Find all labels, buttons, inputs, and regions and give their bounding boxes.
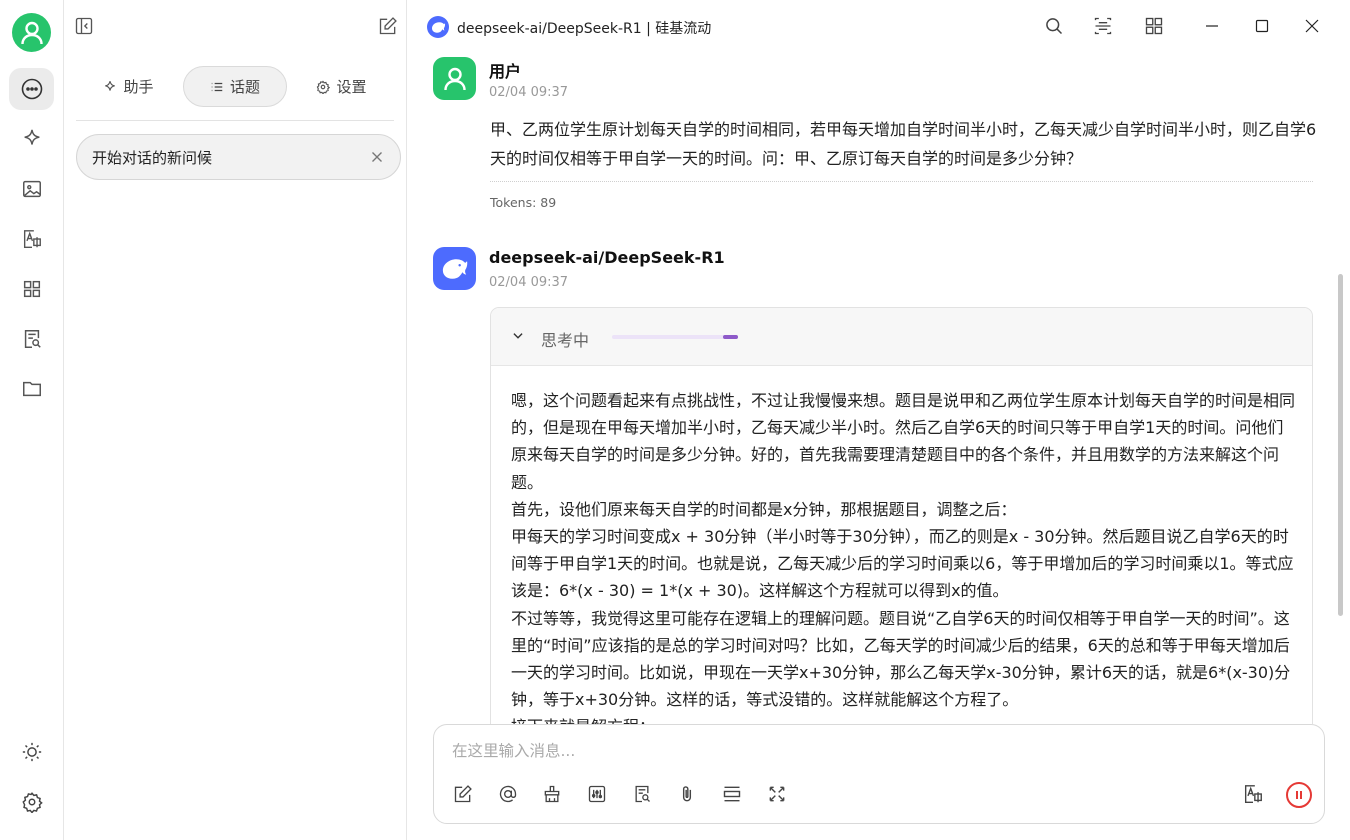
apps-nav-icon[interactable]: [9, 268, 54, 310]
tab-settings[interactable]: 设置: [289, 66, 394, 107]
fullscreen-icon[interactable]: [765, 782, 789, 806]
message-input-box[interactable]: 在这里输入消息...: [433, 724, 1325, 824]
chat-area: 用户 02/04 09:37 甲、乙两位学生原计划每天自学的时间相同，若甲每天增…: [407, 52, 1350, 724]
user-message-text: 甲、乙两位学生原计划每天自学的时间相同，若甲每天增加自学时间半小时，乙每天减少自…: [490, 120, 1317, 168]
deepseek-logo-icon: [427, 16, 449, 38]
settings-nav-icon[interactable]: [9, 781, 54, 823]
message-input[interactable]: 在这里输入消息...: [452, 739, 575, 761]
thinking-progress-fill: [722, 335, 738, 339]
title-bar: deepseek-ai/DeepSeek-R1 | 硅基流动: [407, 0, 1350, 52]
thinking-paragraph: 嗯，这个问题看起来有点挑战性，不过让我慢慢来想。题目是说甲和乙两位学生原本计划每…: [511, 391, 1296, 492]
minimize-icon[interactable]: [1200, 14, 1224, 38]
knowledge-nav-icon[interactable]: [9, 318, 54, 360]
files-nav-icon[interactable]: [9, 368, 54, 410]
thinking-label: 思考中: [541, 331, 590, 350]
agents-nav-icon[interactable]: [9, 118, 54, 160]
expand-icon[interactable]: [1091, 14, 1115, 38]
nav-rail: [0, 0, 64, 840]
close-icon[interactable]: [368, 148, 386, 166]
gear-icon: [316, 80, 331, 94]
thinking-paragraph: 首先，设他们原来每天自学的时间都是x分钟，那根据题目，调整之后：: [511, 499, 1017, 519]
list-icon: [210, 80, 224, 94]
topic-item[interactable]: 开始对话的新问候: [76, 134, 401, 180]
image-nav-icon[interactable]: [9, 168, 54, 210]
apps-grid-icon[interactable]: [1142, 14, 1166, 38]
translate-icon[interactable]: [1241, 782, 1265, 806]
tab-topics-label: 话题: [229, 78, 260, 96]
assistant-message-time: 02/04 09:37: [489, 275, 569, 290]
thinking-content: 嗯，这个问题看起来有点挑战性，不过让我慢慢来想。题目是说甲和乙两位学生原本计划每…: [511, 387, 1297, 724]
mention-icon[interactable]: [496, 782, 520, 806]
chat-scrollbar[interactable]: [1338, 274, 1343, 616]
context-separator-icon[interactable]: [720, 782, 744, 806]
translate-nav-icon[interactable]: [9, 218, 54, 260]
topic-sidebar: 助手 话题 设置 开始对话的新问候: [64, 0, 407, 840]
thinking-paragraph: 接下来就是解方程：: [511, 713, 1297, 724]
pause-icon: [1294, 790, 1304, 800]
close-window-icon[interactable]: [1300, 14, 1324, 38]
tab-assistants[interactable]: 助手: [76, 66, 181, 107]
thinking-header[interactable]: 思考中: [491, 308, 1312, 366]
window-title: deepseek-ai/DeepSeek-R1 | 硅基流动: [457, 21, 712, 37]
topic-label: 开始对话的新问候: [92, 148, 213, 167]
token-count: Tokens: 89: [490, 195, 557, 210]
user-message-avatar: [433, 57, 476, 100]
new-topic-icon[interactable]: [376, 14, 400, 38]
assistant-message-avatar: [433, 247, 476, 290]
tab-assistants-label: 助手: [123, 78, 154, 96]
user-message-name: 用户: [489, 62, 522, 81]
thinking-paragraph: 不过等等，我觉得这里可能存在逻辑上的理解问题。题目说“乙自学6天的时间仅相等于甲…: [511, 608, 1291, 710]
tab-topics[interactable]: 话题: [183, 66, 287, 107]
tab-settings-label: 设置: [336, 78, 367, 96]
attachment-icon[interactable]: [675, 782, 699, 806]
maximize-icon[interactable]: [1250, 14, 1274, 38]
clear-context-icon[interactable]: [540, 782, 564, 806]
sidebar-tabs: 助手 话题 设置: [76, 66, 394, 108]
new-topic-icon[interactable]: [451, 782, 475, 806]
message-divider: [490, 181, 1313, 182]
sparkle-icon: [103, 80, 117, 94]
chat-nav-icon[interactable]: [9, 68, 54, 110]
search-icon[interactable]: [1042, 14, 1066, 38]
sidebar-divider: [76, 120, 394, 121]
thinking-progress-bar: [612, 335, 738, 339]
theme-toggle-icon[interactable]: [9, 731, 54, 773]
knowledge-base-icon[interactable]: [630, 782, 654, 806]
toggle-sidebar-icon[interactable]: [72, 14, 96, 38]
assistant-message-name: deepseek-ai/DeepSeek-R1: [489, 248, 725, 267]
user-avatar[interactable]: [12, 13, 51, 52]
chevron-down-icon[interactable]: [511, 329, 525, 343]
thinking-paragraph: 甲每天的学习时间变成x + 30分钟（半小时等于30分钟），而乙的则是x - 3…: [511, 527, 1294, 601]
user-message-time: 02/04 09:37: [489, 85, 569, 100]
thinking-panel: 思考中 嗯，这个问题看起来有点挑战性，不过让我慢慢来想。题目是说甲和乙两位学生原…: [490, 307, 1313, 724]
pause-generation-button[interactable]: [1286, 782, 1312, 808]
model-settings-icon[interactable]: [585, 782, 609, 806]
